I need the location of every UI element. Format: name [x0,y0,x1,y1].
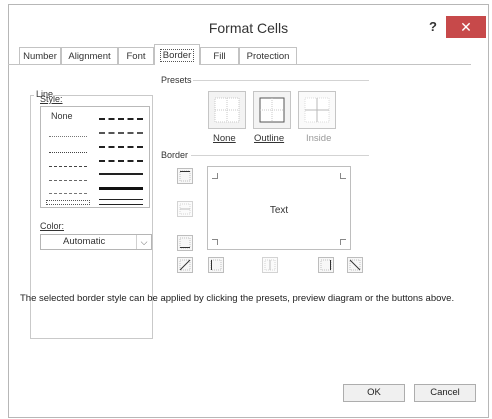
border-left-icon [210,259,222,271]
border-top-button[interactable] [177,168,193,184]
line-style-medium[interactable] [99,173,143,175]
line-style-medium-dash-dot[interactable] [99,146,143,148]
color-label-text: Color: [40,221,65,231]
tab-alignment[interactable]: Alignment [61,47,118,64]
preset-inside-button[interactable] [298,91,336,129]
line-style-slanted-dash-dot[interactable] [99,132,143,134]
tab-border[interactable]: Border [154,44,200,65]
border-divider [191,155,369,156]
line-style-dash-dot[interactable] [49,180,87,181]
preset-outline-label: Outline [254,133,284,144]
border-bottom-icon [179,237,191,249]
line-style-double[interactable] [99,199,143,205]
preset-inside-label: Inside [306,133,331,144]
tab-label: Alignment [68,51,111,62]
line-style-thin-selected[interactable] [46,200,90,205]
preset-outline-icon [259,97,285,123]
border-diagonal-down-button[interactable] [347,257,363,273]
preset-none-icon [214,97,240,123]
line-style-list[interactable]: None [40,106,150,208]
border-top-icon [179,170,191,182]
tab-label: Number [23,51,57,62]
style-label-text: Style: [40,94,63,104]
dialog-title: Format Cells [208,20,289,36]
border-diagonal-down-icon [349,259,361,271]
border-right-button[interactable] [318,257,334,273]
description-text: The selected border style can be applied… [20,293,455,304]
preset-inside-text: Inside [306,133,332,144]
border-label: Border [161,150,189,160]
cancel-button[interactable]: Cancel [414,384,476,402]
color-dropdown-value: Automatic [63,236,106,247]
style-label: Style: [40,94,63,104]
tab-label: Border [159,49,195,62]
border-inside-vertical-button[interactable] [262,257,278,273]
ok-button[interactable]: OK [343,384,405,402]
preset-outline-text: Outline [254,133,285,144]
border-diagonal-up-button[interactable] [177,257,193,273]
presets-label: Presets [161,75,192,85]
border-preview[interactable]: Text [207,166,351,250]
preset-inside-icon [304,97,330,123]
tab-font[interactable]: Font [118,47,154,64]
line-style-dashed[interactable] [49,193,87,194]
tab-divider [8,64,471,65]
border-diagonal-up-icon [179,259,191,271]
preset-none-text: None [213,133,236,144]
preview-text: Text [269,205,289,216]
border-right-icon [320,259,332,271]
color-label: Color: [40,221,64,231]
tab-label: Fill [213,51,226,62]
presets-divider [193,80,369,81]
border-inside-horizontal-button[interactable] [177,201,193,217]
preset-outline-button[interactable] [253,91,291,129]
help-button[interactable]: ? [424,18,442,36]
line-style-medium-dashed[interactable] [99,160,143,162]
line-style-dash-dot-dot[interactable] [49,166,87,167]
close-button[interactable]: ✕ [446,16,486,38]
chevron-down-icon[interactable]: ⌵ [136,235,151,249]
line-style-dotted[interactable] [49,152,87,153]
border-inside-horizontal-icon [179,203,191,215]
border-inside-vertical-icon [264,259,276,271]
preset-none-button[interactable] [208,91,246,129]
border-bottom-button[interactable] [177,235,193,251]
color-dropdown[interactable]: Automatic ⌵ [40,234,152,250]
preset-none-label: None [213,133,236,144]
preview-corner-bottom-left [212,239,218,245]
line-style-hairline[interactable] [49,136,87,137]
line-style-medium-dash-dot-dot[interactable] [99,118,143,120]
tab-protection[interactable]: Protection [239,47,297,64]
tab-fill[interactable]: Fill [200,47,239,64]
preview-corner-bottom-right [340,239,346,245]
line-style-thick[interactable] [99,187,143,190]
tab-label: Font [126,51,146,62]
border-left-button[interactable] [208,257,224,273]
style-none-option[interactable]: None [51,111,73,121]
tab-number[interactable]: Number [19,47,61,64]
preview-corner-top-left [212,173,218,179]
tab-label: Protection [246,51,290,62]
preview-corner-top-right [340,173,346,179]
